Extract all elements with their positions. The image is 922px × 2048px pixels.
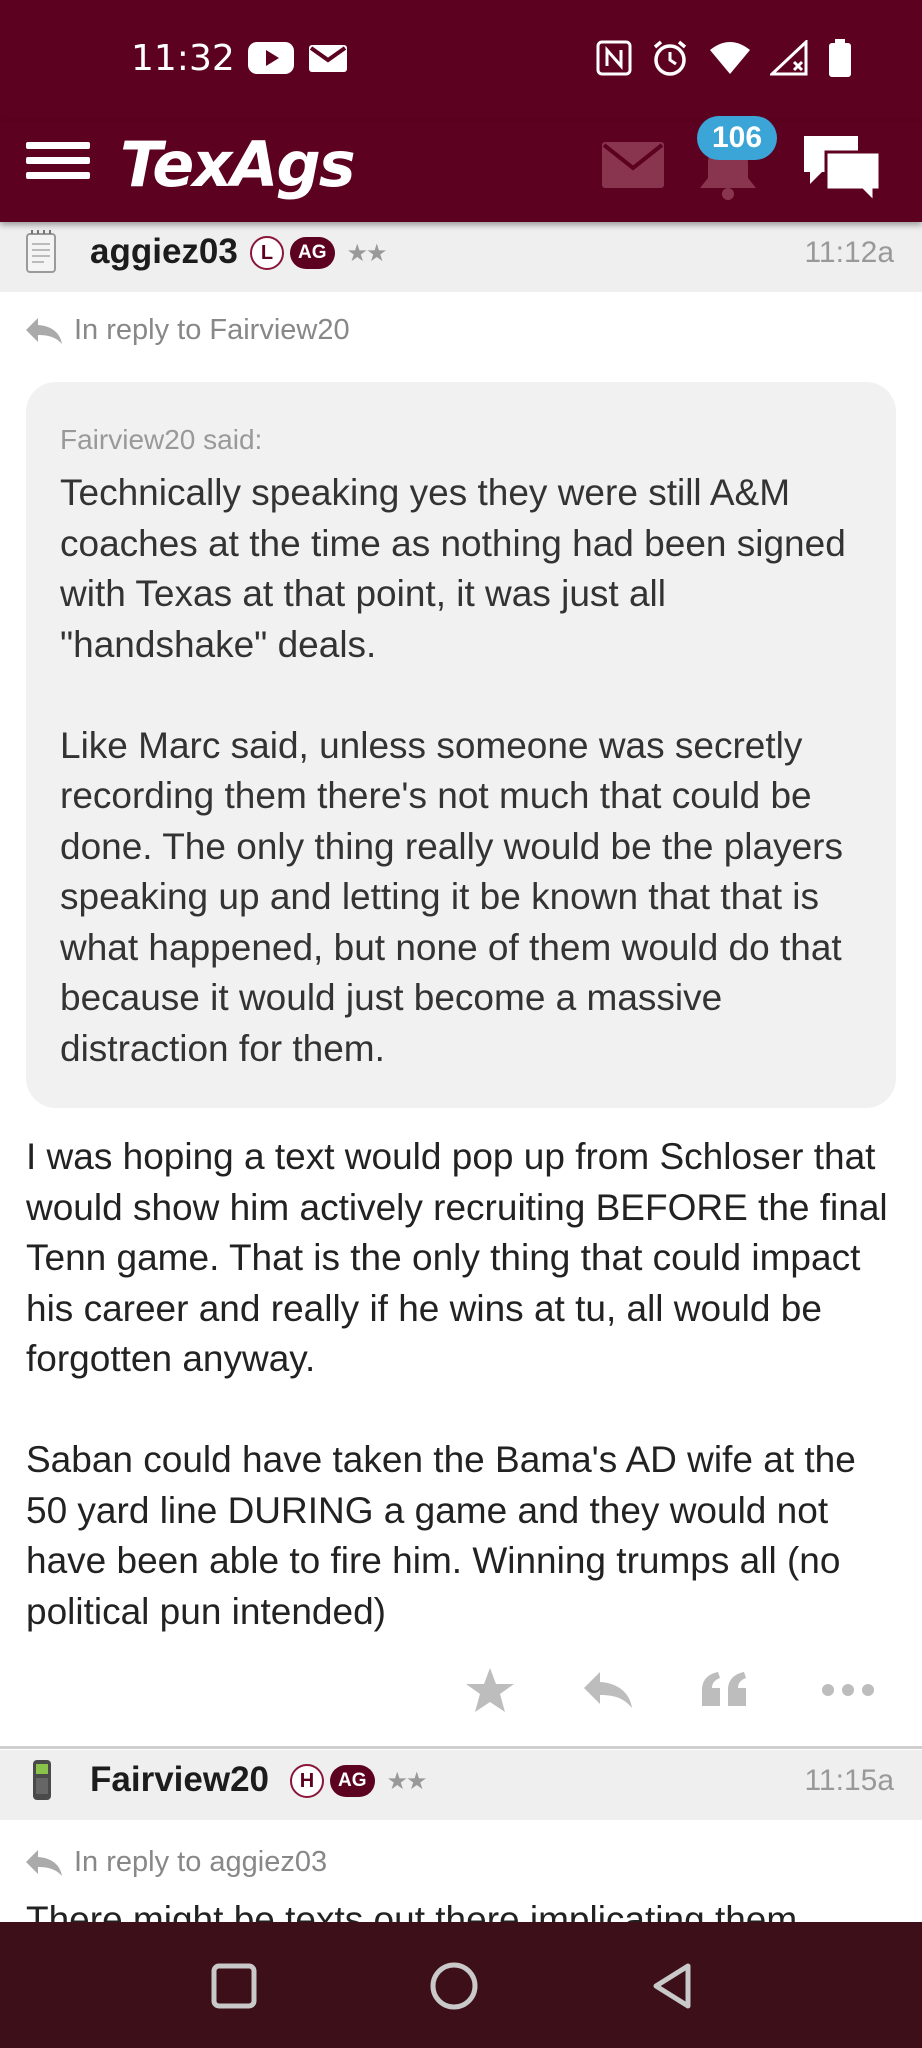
post-body: There might be texts out there implicati… [26, 1899, 798, 1923]
back-icon[interactable] [644, 1956, 704, 2016]
alarm-icon [653, 40, 687, 76]
user-level-badge: L [250, 236, 284, 270]
youtube-icon [248, 42, 294, 74]
signal-icon [770, 40, 808, 76]
flip-phone-icon [33, 1760, 51, 1800]
ag-badge: AG [330, 1765, 375, 1797]
reply-arrow-icon [26, 317, 62, 344]
quote-block: Fairview20 said: Technically speaking ye… [26, 382, 896, 1108]
user-level-badge: H [290, 1764, 324, 1798]
post-header: aggiez03 L AG ★★ 11:12a [0, 222, 922, 292]
reply-arrow-icon [26, 1849, 62, 1876]
notepad-icon [26, 230, 56, 273]
reply-to-text: In reply to Fairview20 [74, 314, 350, 346]
post-username[interactable]: aggiez03 [90, 232, 238, 272]
app-bar: TexAgs 106 [0, 116, 922, 222]
wifi-icon [710, 42, 750, 74]
post-header: Fairview20 H AG ★★ 11:15a [0, 1750, 922, 1820]
notification-badge[interactable]: 106 [697, 116, 777, 160]
ag-badge: AG [290, 237, 335, 269]
quote-icon[interactable] [694, 1662, 754, 1718]
reply-to-text: In reply to aggiez03 [74, 1846, 328, 1878]
home-icon[interactable] [424, 1956, 484, 2016]
post-body: I was hoping a text would pop up from Sc… [26, 1136, 888, 1632]
user-stars: ★★ [346, 239, 388, 267]
star-icon[interactable] [460, 1662, 520, 1718]
post-username[interactable]: Fairview20 [90, 1760, 269, 1800]
reply-icon[interactable] [578, 1662, 638, 1718]
nfc-icon [596, 40, 632, 76]
reply-to-link[interactable]: In reply to aggiez03 [24, 1846, 327, 1879]
menu-icon[interactable] [26, 134, 90, 194]
post-divider [0, 1746, 922, 1749]
mail-icon[interactable] [602, 142, 664, 188]
chat-icon[interactable] [800, 130, 884, 206]
more-icon[interactable] [818, 1662, 878, 1718]
navigation-bar [0, 1922, 922, 2048]
texags-logo[interactable]: TexAgs [120, 128, 356, 201]
battery-icon [829, 39, 851, 77]
quote-text: Technically speaking yes they were still… [60, 472, 846, 1069]
reply-to-link[interactable]: In reply to Fairview20 [24, 314, 350, 347]
user-stars: ★★ [386, 1767, 428, 1795]
status-bar: 11:32 [0, 0, 922, 122]
post-actions [0, 1662, 922, 1722]
post-time: 11:12a [804, 236, 894, 269]
status-time: 11:32 [131, 38, 235, 79]
gmail-icon [309, 45, 347, 72]
post-time: 11:15a [804, 1764, 894, 1797]
recents-icon[interactable] [204, 1956, 264, 2016]
quote-author: Fairview20 said: [60, 424, 263, 455]
